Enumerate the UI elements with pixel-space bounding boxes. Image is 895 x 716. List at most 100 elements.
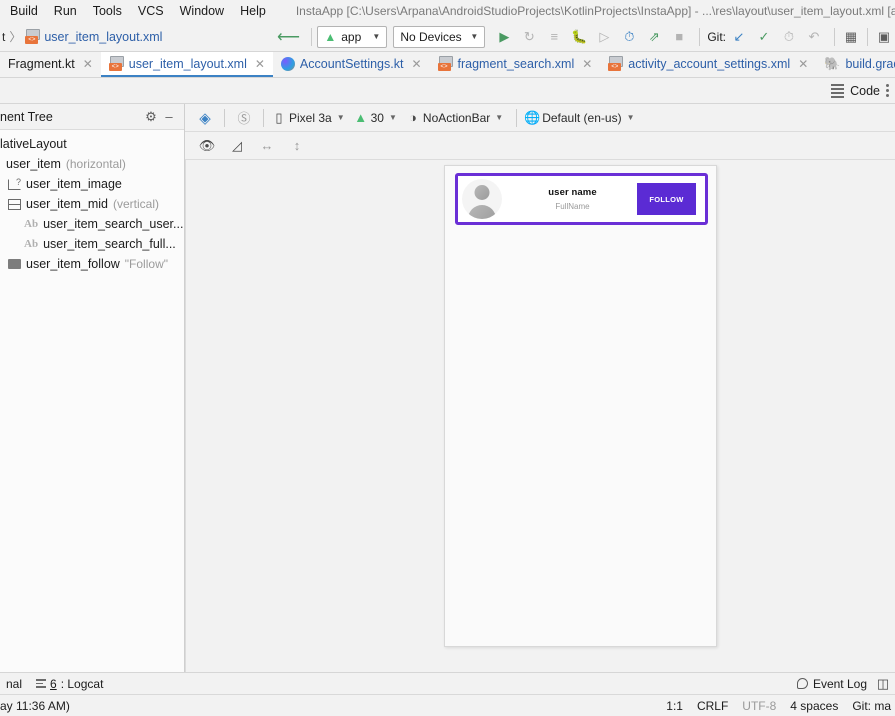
theme-label[interactable]: NoActionBar	[423, 111, 490, 125]
default-avatar-icon[interactable]	[462, 179, 502, 219]
sdk-manager-icon[interactable]: ▣	[873, 26, 895, 48]
device-preview[interactable]: user name FullName FOLLOW	[444, 165, 717, 647]
text-view-icon: Ab	[24, 218, 39, 230]
menu-window[interactable]: Window	[172, 2, 232, 20]
menu-run[interactable]: Run	[46, 2, 85, 20]
close-icon[interactable]: ✕	[411, 57, 421, 71]
tree-node-user-item-mid[interactable]: user_item_mid (vertical)	[0, 194, 184, 214]
log-icon[interactable]: ≡	[543, 26, 565, 48]
tree-node-label: user_item_follow	[26, 257, 120, 271]
git-branch[interactable]: Git: ma	[852, 699, 891, 713]
tree-node-user-item-follow[interactable]: user_item_follow "Follow"	[0, 254, 184, 274]
minimize-icon[interactable]: ‒	[160, 109, 178, 124]
component-tree-list[interactable]: lativeLayout user_item (horizontal) user…	[0, 130, 184, 672]
close-icon[interactable]: ✕	[798, 57, 808, 71]
android-icon: ▲	[324, 29, 337, 44]
apply-changes-icon[interactable]: ⇗	[643, 26, 665, 48]
locale-label[interactable]: Default (en-us)	[542, 111, 621, 125]
debug-icon[interactable]: 🐛	[568, 26, 590, 48]
line-separator[interactable]: CRLF	[697, 699, 728, 713]
device-manager-icon[interactable]: ▦	[840, 26, 862, 48]
chevron-down-icon: ▼	[470, 32, 479, 41]
file-encoding[interactable]: UTF-8	[742, 699, 776, 713]
vertical-resize-icon[interactable]: ↕	[285, 135, 309, 157]
horizontal-resize-icon[interactable]: ↔	[255, 135, 279, 157]
tab-activity-account-settings-xml[interactable]: activity_account_settings.xml ✕	[600, 52, 816, 77]
device-selector-label[interactable]: Pixel 3a	[289, 111, 332, 125]
tab-label: user_item_layout.xml	[128, 56, 247, 71]
close-icon[interactable]: ✕	[582, 57, 592, 71]
locale-globe-icon: 🌐	[524, 109, 541, 125]
module-selector[interactable]: ▲ app ▼	[317, 25, 388, 48]
tree-node-user-item-image[interactable]: user_item_image	[0, 174, 184, 194]
tree-node-user-item[interactable]: user_item (horizontal)	[0, 154, 184, 174]
code-view-icon[interactable]	[831, 83, 845, 98]
view-options-icon[interactable]: 👁	[195, 135, 219, 157]
attach-debugger-icon[interactable]: ▷	[593, 26, 615, 48]
history-icon[interactable]: ⏱	[778, 26, 800, 48]
toolbar-divider	[224, 108, 225, 127]
tab-label: AccountSettings.kt	[299, 56, 404, 71]
android-api-icon: ▲	[354, 110, 368, 125]
chevron-down-icon[interactable]: ▼	[389, 113, 397, 122]
menu-tools[interactable]: Tools	[85, 2, 130, 20]
breadcrumb-parent[interactable]: t	[2, 30, 5, 44]
chevron-down-icon[interactable]: ▼	[627, 113, 635, 122]
toolbar-divider	[834, 27, 835, 46]
blueprint-toggle-icon[interactable]: Ⓢ	[232, 107, 256, 129]
user-item-mid: user name FullName	[502, 187, 637, 211]
tab-label: build.gradle (:app)	[845, 56, 895, 71]
toolbar-divider	[867, 27, 868, 46]
design-surface-icon[interactable]: ◈	[193, 107, 217, 129]
run-icon[interactable]: ▶	[493, 26, 515, 48]
tool-window-terminal[interactable]: nal	[2, 677, 26, 691]
layout-toggle-icon[interactable]: ◫	[875, 673, 891, 695]
follow-button[interactable]: FOLLOW	[637, 183, 696, 215]
tool-window-event-log[interactable]: Event Log	[796, 677, 867, 691]
menu-build[interactable]: Build	[2, 2, 46, 20]
tab-account-settings-kt[interactable]: AccountSettings.kt ✕	[273, 52, 430, 77]
mode-code-label[interactable]: Code	[850, 84, 880, 98]
tree-node-hint: (vertical)	[112, 197, 159, 211]
profiler-icon[interactable]: ⏱	[618, 26, 640, 48]
kotlin-file-icon	[280, 56, 295, 71]
rerun-icon[interactable]: ↻	[518, 26, 540, 48]
gear-icon[interactable]: ⚙	[142, 109, 160, 125]
tree-node-label: lativeLayout	[0, 137, 67, 151]
breadcrumb-file[interactable]: user_item_layout.xml	[44, 30, 162, 44]
stop-icon[interactable]: ■	[668, 26, 690, 48]
commit-icon[interactable]: ✓	[753, 26, 775, 48]
text-view-icon: Ab	[24, 238, 39, 250]
caret-position[interactable]: 1:1	[666, 699, 683, 713]
indent-setting[interactable]: 4 spaces	[790, 699, 838, 713]
design-canvas[interactable]: user name FullName FOLLOW	[185, 160, 895, 672]
tab-label: Fragment.kt	[8, 56, 75, 71]
tree-node-relativelayout[interactable]: lativeLayout	[0, 134, 184, 154]
breadcrumb[interactable]: t 〉 user_item_layout.xml	[0, 28, 162, 45]
tab-fragment-kt[interactable]: Fragment.kt ✕	[0, 52, 101, 77]
menu-help[interactable]: Help	[232, 2, 274, 20]
tree-node-user-item-search-full[interactable]: Ab user_item_search_full...	[0, 234, 184, 254]
tab-build-gradle[interactable]: 🐘 build.gradle (:app)	[816, 52, 895, 77]
revert-icon[interactable]: ↶	[803, 26, 825, 48]
toggle-constraints-icon[interactable]: ◿	[225, 135, 249, 157]
menu-vcs[interactable]: VCS	[130, 2, 172, 20]
design-view-toolbar: 👁 ◿ ↔ ↕	[185, 132, 895, 160]
close-icon[interactable]: ✕	[255, 57, 265, 71]
update-project-icon[interactable]: ↙	[728, 26, 750, 48]
chevron-down-icon[interactable]: ▼	[337, 113, 345, 122]
user-item-card[interactable]: user name FullName FOLLOW	[455, 173, 708, 225]
tab-fragment-search-xml[interactable]: fragment_search.xml ✕	[430, 52, 601, 77]
chevron-down-icon[interactable]: ▼	[495, 113, 503, 122]
api-level-label[interactable]: 30	[371, 111, 384, 125]
user-name-text[interactable]: user name	[548, 187, 596, 198]
component-tree-header: nent Tree ⚙ ‒	[0, 104, 184, 130]
tree-node-user-item-search-user[interactable]: Ab user_item_search_user...	[0, 214, 184, 234]
full-name-text[interactable]: FullName	[555, 202, 589, 211]
tab-user-item-layout-xml[interactable]: user_item_layout.xml ✕	[100, 52, 273, 77]
hammer-icon[interactable]: ⟶	[271, 27, 306, 47]
more-options-icon[interactable]	[886, 84, 889, 97]
device-selector[interactable]: No Devices ▼	[393, 25, 486, 48]
close-icon[interactable]: ✕	[83, 57, 93, 71]
tool-window-logcat[interactable]: 6: Logcat	[32, 677, 107, 691]
